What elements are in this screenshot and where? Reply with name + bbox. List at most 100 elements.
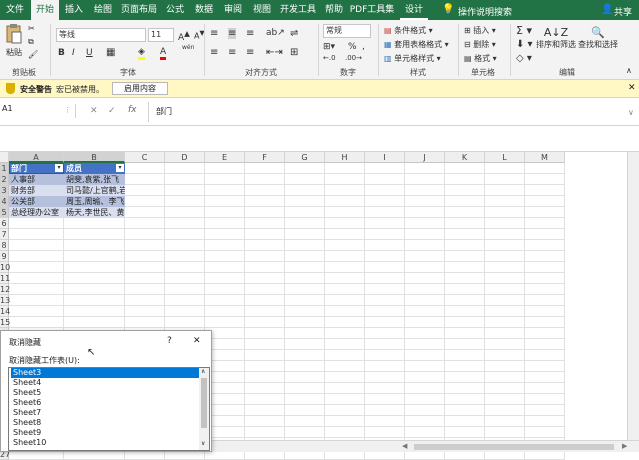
formula-input[interactable]: 部门: [156, 106, 172, 117]
table-format-button[interactable]: ▦ 套用表格格式 ▾: [384, 39, 449, 50]
tab-9[interactable]: 开发工具: [277, 0, 319, 20]
column-header-H[interactable]: H: [325, 152, 365, 163]
fill-color-icon[interactable]: ◈: [138, 47, 145, 60]
table-cell[interactable]: 周玉,周瑜、李飞: [64, 196, 125, 207]
filter-dropdown-icon[interactable]: ▾: [116, 164, 124, 172]
scroll-up-icon[interactable]: ∧: [201, 368, 205, 375]
row-header-5[interactable]: 5: [0, 207, 9, 218]
column-header-I[interactable]: I: [365, 152, 405, 163]
scroll-thumb[interactable]: [414, 444, 614, 450]
sheet-list-item[interactable]: Sheet8: [11, 418, 199, 428]
cell-style-button[interactable]: ▥ 单元格样式 ▾: [384, 53, 441, 64]
column-header-J[interactable]: J: [405, 152, 445, 163]
table-cell[interactable]: 胡斐,袁紫,张飞: [64, 174, 125, 185]
tab-0[interactable]: 文件: [0, 0, 30, 20]
scroll-left-icon[interactable]: ◀: [402, 442, 407, 450]
align-middle-icon[interactable]: ≡: [228, 28, 237, 39]
close-security-icon[interactable]: ✕: [628, 83, 636, 93]
help-icon[interactable]: ?: [167, 336, 172, 346]
column-header-C[interactable]: C: [125, 152, 165, 163]
table-cell[interactable]: 司马懿/上官鹤,岩微: [64, 185, 125, 196]
align-center-icon[interactable]: ≡: [228, 47, 236, 58]
row-header-15[interactable]: 15: [0, 317, 10, 328]
borders-icon[interactable]: ▦: [106, 47, 115, 58]
wrap-text-icon[interactable]: ⇌: [290, 28, 298, 39]
horizontal-scrollbar[interactable]: ◀ ▶: [212, 440, 639, 452]
tab-10[interactable]: 帮助: [320, 0, 348, 20]
tab-5[interactable]: 公式: [161, 0, 189, 20]
paste-button[interactable]: 粘贴: [4, 24, 24, 58]
column-header-B[interactable]: B: [64, 152, 125, 163]
underline-button[interactable]: U: [86, 48, 93, 58]
column-header-K[interactable]: K: [445, 152, 485, 163]
enable-content-button[interactable]: 启用内容: [112, 82, 168, 95]
row-header-11[interactable]: 11: [0, 273, 10, 284]
table-cell[interactable]: 人事部: [9, 174, 64, 185]
table-cell[interactable]: 总经理办公室: [9, 207, 64, 218]
orientation-icon[interactable]: ab↗: [266, 28, 285, 38]
comma-icon[interactable]: ,: [362, 42, 365, 52]
table-header-cell[interactable]: 成员 ▾: [64, 163, 125, 174]
sheet-list-item[interactable]: Sheet9: [11, 428, 199, 438]
expand-formula-icon[interactable]: ∨: [628, 108, 634, 117]
column-header-G[interactable]: G: [285, 152, 325, 163]
merge-icon[interactable]: ⊞: [290, 47, 298, 58]
italic-button[interactable]: I: [72, 48, 75, 58]
tab-11[interactable]: PDF工具集: [349, 0, 395, 20]
column-header-M[interactable]: M: [525, 152, 565, 163]
percent-icon[interactable]: %: [348, 42, 357, 52]
delete-cells-button[interactable]: ⊟ 删除 ▾: [464, 39, 496, 50]
sheet-list-item[interactable]: Sheet7: [11, 408, 199, 418]
cancel-icon[interactable]: ✕: [90, 106, 98, 116]
tab-2[interactable]: 插入: [60, 0, 88, 20]
font-name-box[interactable]: 等线: [56, 28, 146, 42]
sort-filter-button[interactable]: A↓Z 排序和筛选: [536, 26, 576, 50]
row-header-10[interactable]: 10: [0, 262, 10, 273]
table-cell[interactable]: 杨天,李世民、黄天霸/杨广: [64, 207, 125, 218]
decrease-decimal-icon[interactable]: .00→: [345, 54, 362, 62]
sheet-list-item[interactable]: Sheet3: [11, 368, 199, 378]
row-header-13[interactable]: 13: [0, 295, 10, 306]
find-select-button[interactable]: 🔍 查找和选择: [578, 26, 618, 50]
insert-cells-button[interactable]: ⊞ 插入 ▾: [464, 25, 496, 36]
listbox-scroll-thumb[interactable]: [201, 378, 207, 428]
format-painter-icon[interactable]: 🖌: [28, 50, 38, 59]
format-cells-button[interactable]: ▤ 格式 ▾: [464, 53, 497, 64]
row-header-8[interactable]: 8: [0, 240, 9, 251]
font-color-icon[interactable]: A: [160, 47, 167, 60]
column-header-D[interactable]: D: [165, 152, 205, 163]
phonetic-icon[interactable]: wén: [182, 44, 194, 51]
indent-icon[interactable]: ⇤⇥: [266, 47, 283, 58]
column-header-F[interactable]: F: [245, 152, 285, 163]
table-cell[interactable]: 财务部: [9, 185, 64, 196]
row-header-3[interactable]: 3: [0, 185, 9, 196]
row-header-9[interactable]: 9: [0, 251, 9, 262]
cut-icon[interactable]: ✂: [28, 24, 35, 33]
sheet-list-item[interactable]: Sheet4: [11, 378, 199, 388]
tell-me-search[interactable]: 操作说明搜索: [458, 5, 512, 18]
enter-icon[interactable]: ✓: [108, 106, 116, 116]
grow-font-icon[interactable]: A▲: [178, 29, 190, 43]
share-button[interactable]: 共享: [614, 5, 632, 18]
clear-icon[interactable]: ◇ ▾: [516, 53, 532, 64]
scroll-down-icon[interactable]: ∨: [201, 440, 205, 447]
tab-12[interactable]: 设计: [400, 0, 428, 20]
column-header-L[interactable]: L: [485, 152, 525, 163]
row-header-12[interactable]: 12: [0, 284, 10, 295]
tab-3[interactable]: 绘图: [89, 0, 117, 20]
row-header-14[interactable]: 14: [0, 306, 10, 317]
sheet-listbox[interactable]: Sheet3 Sheet4 Sheet5 Sheet6 Sheet7 Sheet8 Shee…: [8, 367, 210, 451]
row-header-6[interactable]: 6: [0, 218, 9, 229]
table-cell[interactable]: 公关部: [9, 196, 64, 207]
row-header-2[interactable]: 2: [0, 174, 9, 185]
collapse-ribbon-icon[interactable]: ∧: [626, 66, 632, 75]
column-header-A[interactable]: A: [9, 152, 64, 163]
align-right-icon[interactable]: ≡: [246, 47, 254, 58]
align-bottom-icon[interactable]: ≡: [246, 28, 254, 39]
insert-function-icon[interactable]: fx: [128, 105, 137, 115]
tab-4[interactable]: 页面布局: [118, 0, 160, 20]
fill-icon[interactable]: ⬇ ▾: [516, 39, 533, 50]
tab-1[interactable]: 开始: [31, 0, 59, 21]
sheet-list-item[interactable]: Sheet5: [11, 388, 199, 398]
listbox-scrollbar[interactable]: ∧ ∨: [199, 368, 209, 450]
